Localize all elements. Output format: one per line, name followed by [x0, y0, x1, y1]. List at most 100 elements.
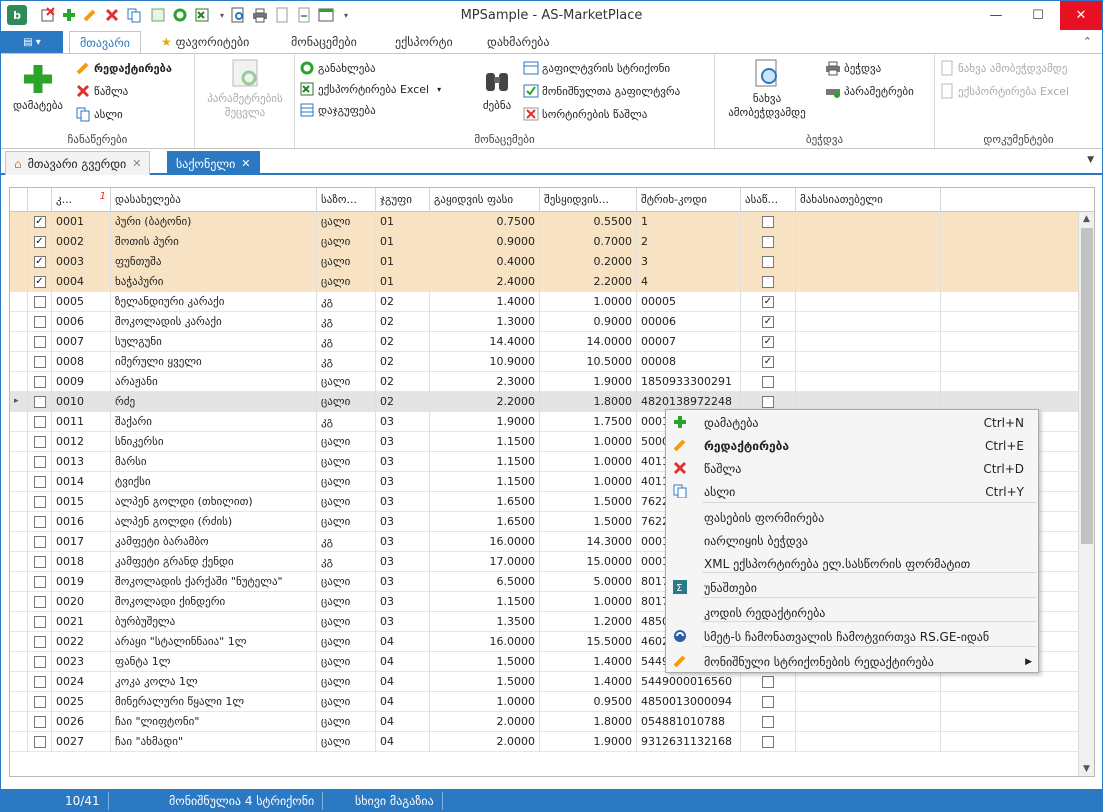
cell-unit[interactable]: ცალი — [317, 632, 376, 652]
scroll-down-icon[interactable]: ▼ — [1083, 764, 1090, 774]
table-row[interactable]: 0005 ზელანდიური კარაქი კგ 02 1.4000 1.0000 000… — [10, 292, 1078, 312]
cell-code[interactable]: 0004 — [52, 272, 111, 292]
weighable-checkbox[interactable] — [762, 736, 774, 748]
cell-group[interactable]: 04 — [376, 712, 430, 732]
weighable-checkbox[interactable]: ✓ — [762, 296, 774, 308]
cell-code[interactable]: 0010 — [52, 392, 111, 412]
table-row[interactable]: 0007 სულგუნი კგ 02 14.4000 14.0000 00007 ✓ — [10, 332, 1078, 352]
cell-unit[interactable]: ცალი — [317, 492, 376, 512]
cell-group[interactable]: 03 — [376, 572, 430, 592]
cell-sale[interactable]: 2.4000 — [430, 272, 540, 292]
cell-attr[interactable] — [796, 712, 941, 732]
cell-group[interactable]: 04 — [376, 652, 430, 672]
weighable-cell[interactable] — [741, 672, 796, 692]
cell-buy[interactable]: 14.0000 — [540, 332, 637, 352]
cell-group[interactable]: 03 — [376, 532, 430, 552]
cell-unit[interactable]: კგ — [317, 532, 376, 552]
cell-buy[interactable]: 1.0000 — [540, 452, 637, 472]
cell-group[interactable]: 01 — [376, 252, 430, 272]
row-checkbox[interactable] — [33, 476, 46, 488]
row-check-cell[interactable]: ✓ — [28, 212, 52, 232]
cell-sale[interactable]: 0.9000 — [430, 232, 540, 252]
weighable-checkbox[interactable]: ✓ — [762, 356, 774, 368]
doc-preview-button[interactable]: ნახვა ამობეჭდვამდე — [939, 60, 1067, 76]
close-tab-icon[interactable]: ✕ — [241, 153, 250, 175]
sort-remove-button[interactable]: სორტირების წაშლა — [523, 106, 647, 122]
cell-sale[interactable]: 1.5000 — [430, 652, 540, 672]
grouping-button[interactable]: დაჯგუფება — [299, 102, 376, 118]
cell-barcode[interactable]: 5449000016560 — [637, 672, 741, 692]
cell-barcode[interactable]: 054881010788 — [637, 712, 741, 732]
cell-unit[interactable]: ცალი — [317, 512, 376, 532]
context-menu-item[interactable]: იარლიყის ბეჭდვა — [666, 529, 1038, 552]
layout-icon[interactable] — [317, 6, 335, 24]
context-menu-item[interactable]: მონიშნული სტრიქონების რედაქტირება ▶ — [666, 650, 1038, 673]
weighable-checkbox[interactable] — [762, 236, 774, 248]
weighable-cell[interactable] — [741, 692, 796, 712]
table-row[interactable]: 0025 მინერალური წყალი 1ლ ცალი 04 1.0000 0.950… — [10, 692, 1078, 712]
customize-toolbar-icon[interactable]: ▾ — [337, 6, 355, 24]
row-check-cell[interactable] — [28, 332, 52, 352]
table-row[interactable]: ✓ 0004 ხაჭაპური ცალი 01 2.4000 2.2000 4 — [10, 272, 1078, 292]
doc-export-icon[interactable] — [295, 6, 313, 24]
cell-sale[interactable]: 2.0000 — [430, 732, 540, 752]
cell-group[interactable]: 03 — [376, 612, 430, 632]
cell-code[interactable]: 0020 — [52, 592, 111, 612]
cell-group[interactable]: 04 — [376, 692, 430, 712]
delete-icon[interactable] — [103, 6, 121, 24]
row-checkbox[interactable] — [33, 316, 46, 328]
row-check-cell[interactable]: ✓ — [28, 232, 52, 252]
print-params-button[interactable]: პარამეტრები — [825, 83, 914, 99]
context-menu-item[interactable]: სმეტ-ს ჩამონათვალის ჩამოტვირთვა RS.GE-იდ… — [666, 625, 1038, 648]
edit-pencil-icon[interactable] — [81, 6, 99, 24]
cell-sale[interactable]: 0.4000 — [430, 252, 540, 272]
cell-code[interactable]: 0001 — [52, 212, 111, 232]
cell-unit[interactable]: კგ — [317, 352, 376, 372]
row-check-cell[interactable] — [28, 612, 52, 632]
row-check-cell[interactable] — [28, 692, 52, 712]
cell-group[interactable]: 02 — [376, 352, 430, 372]
cell-code[interactable]: 0022 — [52, 632, 111, 652]
cell-barcode[interactable]: 00008 — [637, 352, 741, 372]
cell-name[interactable]: არაყი "სტალინნაია" 1ლ — [111, 632, 317, 652]
header-sale-price[interactable]: გაყიდვის ფასი — [430, 188, 540, 212]
cell-name[interactable]: კამფეტი ბარამბო — [111, 532, 317, 552]
delete-button[interactable]: წაშლა — [75, 83, 128, 99]
weighable-checkbox[interactable] — [762, 256, 774, 268]
cell-name[interactable]: ფუნთუშა — [111, 252, 317, 272]
header-barcode[interactable]: შტრიხ-კოდი — [637, 188, 741, 212]
cell-group[interactable]: 01 — [376, 212, 430, 232]
cell-unit[interactable]: ცალი — [317, 252, 376, 272]
row-checkbox[interactable] — [33, 556, 46, 568]
cell-buy[interactable]: 1.0000 — [540, 292, 637, 312]
cell-name[interactable]: არაჟანი — [111, 372, 317, 392]
header-attribute[interactable]: მახასიათებელი — [796, 188, 941, 212]
cell-name[interactable]: ფანტა 1ლ — [111, 652, 317, 672]
row-checkbox[interactable] — [33, 536, 46, 548]
minimize-button[interactable]: — — [975, 1, 1017, 30]
row-checkbox[interactable]: ✓ — [33, 216, 46, 228]
row-check-cell[interactable] — [28, 672, 52, 692]
cell-group[interactable]: 03 — [376, 452, 430, 472]
cell-sale[interactable]: 1.6500 — [430, 512, 540, 532]
weighable-checkbox[interactable] — [762, 396, 774, 408]
cell-attr[interactable] — [796, 212, 941, 232]
cell-sale[interactable]: 2.0000 — [430, 712, 540, 732]
row-check-cell[interactable]: ✓ — [28, 272, 52, 292]
row-check-cell[interactable]: ✓ — [28, 252, 52, 272]
row-checkbox[interactable] — [33, 456, 46, 468]
row-checkbox[interactable] — [33, 336, 46, 348]
cell-sale[interactable]: 1.3000 — [430, 312, 540, 332]
cell-attr[interactable] — [796, 372, 941, 392]
print-button[interactable]: ბეჭდვა — [825, 60, 881, 76]
close-record-icon[interactable] — [39, 6, 57, 24]
refresh-button[interactable]: განახლება — [299, 60, 376, 76]
row-check-cell[interactable] — [28, 292, 52, 312]
row-check-cell[interactable] — [28, 352, 52, 372]
cell-group[interactable]: 04 — [376, 672, 430, 692]
row-checkbox[interactable] — [33, 436, 46, 448]
cell-buy[interactable]: 1.4000 — [540, 672, 637, 692]
weighable-cell[interactable]: ✓ — [741, 352, 796, 372]
cell-attr[interactable] — [796, 292, 941, 312]
cell-code[interactable]: 0006 — [52, 312, 111, 332]
